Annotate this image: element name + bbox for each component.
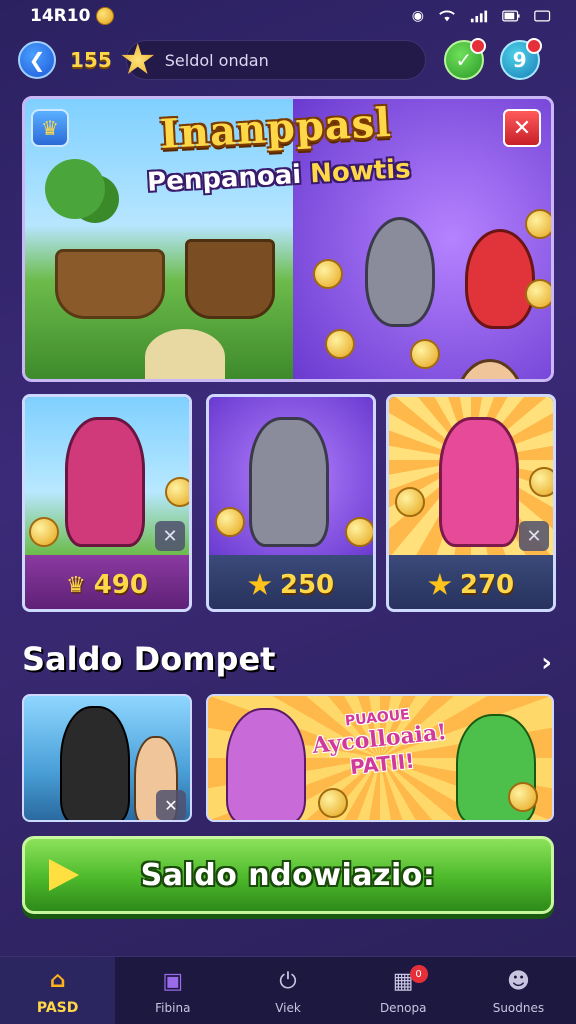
status-time: 14R10: [30, 6, 91, 26]
dismiss-button[interactable]: ✕: [156, 790, 186, 820]
price-value: 490: [93, 570, 148, 600]
coin-icon: [345, 517, 373, 547]
price-value: 270: [459, 570, 515, 600]
ship-illustration: [185, 239, 275, 319]
coin-icon: [529, 467, 553, 497]
palm-tree-illustration: [45, 159, 105, 219]
chevron-right-icon[interactable]: ›: [541, 648, 552, 678]
card-price: ♛ 490: [25, 555, 189, 609]
chevron-left-icon: ❮: [28, 48, 46, 72]
ship-illustration: [55, 249, 165, 319]
red-hero-character: [465, 229, 535, 329]
signal-icon: [470, 10, 488, 23]
nav-label: Fibina: [155, 1000, 191, 1015]
dismiss-button[interactable]: ✕: [519, 521, 549, 551]
section-title: Saldo Dompet: [22, 640, 276, 678]
price-value: 250: [279, 570, 335, 600]
battery-outline-icon: [534, 10, 551, 22]
notification-dot: [525, 38, 542, 54]
box-icon: ▣: [162, 969, 184, 994]
robot-character: [249, 417, 329, 547]
coin-icon: [525, 279, 551, 309]
coin-icon: [318, 788, 348, 818]
home-icon: ⌂: [49, 968, 66, 993]
status-left: 14R10: [30, 6, 115, 26]
search-input[interactable]: Seldol ondan: [121, 40, 426, 80]
coin-icon: [525, 209, 551, 239]
close-icon: ✕: [162, 525, 178, 547]
nav-label: Viek: [275, 1000, 301, 1015]
confirm-button[interactable]: ✓: [443, 38, 486, 80]
character-card[interactable]: 270 ✕: [386, 394, 556, 612]
path-illustration: [145, 329, 225, 379]
character-card[interactable]: ♛ 490 ✕: [22, 394, 192, 612]
pink-hero-character: [65, 417, 145, 547]
notification-badge: 0: [409, 965, 428, 983]
coin-icon: [29, 517, 59, 547]
back-button[interactable]: ❮: [18, 41, 56, 79]
alarm-icon: ◉: [411, 8, 424, 24]
coin-icon: [165, 477, 189, 507]
notification-dot: [469, 38, 486, 54]
nine-icon: 9: [512, 48, 527, 72]
nav-label: Denopa: [379, 1000, 427, 1015]
wifi-icon: [439, 10, 455, 22]
coin-icon: [325, 329, 355, 359]
nav-item-box[interactable]: ▣ Fibina: [115, 957, 230, 1024]
play-icon: [49, 859, 79, 891]
girl-character: [439, 417, 519, 547]
wallet-row: ✕ PUAOUE Aycolloaia! PATII!: [22, 694, 554, 822]
top-bar: ❮ 155 Seldol ondan ✓ 9: [18, 38, 564, 82]
nav-item-home[interactable]: ⌂ PASD: [0, 957, 116, 1024]
hero-subtitle-part-b: Nowtis: [309, 154, 412, 190]
character-card[interactable]: 250: [206, 394, 376, 612]
soldier-character: [60, 706, 130, 820]
coin-icon: [96, 7, 115, 25]
battery-icon: [502, 10, 520, 22]
card-art: [209, 397, 373, 555]
check-icon: ✓: [455, 48, 473, 72]
card-price: 270: [389, 555, 553, 609]
search-placeholder: Seldol ondan: [164, 50, 269, 70]
star-icon: [121, 43, 155, 74]
nav-label: PASD: [36, 999, 79, 1016]
wallet-tile[interactable]: ✕: [22, 694, 192, 822]
star-icon: [248, 573, 272, 595]
coin-icon: [313, 259, 343, 289]
nav-item-people[interactable]: ☻ Suodnes: [461, 957, 576, 1024]
coin-count: 155: [70, 48, 112, 72]
coin-icon: [215, 507, 245, 537]
robot-character: [365, 217, 435, 327]
primary-cta-button[interactable]: Saldo ndowiazio:: [22, 836, 554, 914]
people-icon: ☻: [506, 969, 530, 994]
status-bar: 14R10 ◉: [0, 0, 576, 32]
promo-tile[interactable]: PUAOUE Aycolloaia! PATII!: [206, 694, 554, 822]
star-icon: [428, 573, 452, 595]
crown-icon: ♛: [65, 572, 86, 598]
coin-icon: [410, 339, 440, 369]
nav-label: Suodnes: [492, 1000, 545, 1015]
hero-banner[interactable]: ♛ Inanppasl Penpanoai Nowtis ✕: [22, 96, 554, 382]
promo-text: PUAOUE Aycolloaia! PATII!: [307, 703, 453, 783]
character-cards: ♛ 490 ✕ 250 270 ✕: [22, 394, 556, 614]
close-button[interactable]: ✕: [503, 109, 541, 147]
nav-item-calendar[interactable]: ▦ 0 Denopa: [346, 957, 461, 1024]
coin-icon: [508, 782, 538, 812]
nav-item-power[interactable]: ⏻ Viek: [230, 957, 345, 1024]
close-icon: ✕: [164, 795, 178, 815]
power-icon: ⏻: [279, 969, 297, 994]
bottom-nav: ⌂ PASD ▣ Fibina ⏻ Viek ▦ 0 Denopa ☻ Suod…: [0, 956, 576, 1024]
status-right: ◉: [412, 8, 552, 24]
girl-character: [226, 708, 306, 820]
cta-label: Saldo ndowiazio:: [140, 857, 436, 893]
dismiss-button[interactable]: ✕: [155, 521, 185, 551]
card-price: 250: [209, 555, 373, 609]
close-icon: ✕: [526, 525, 542, 547]
level-button[interactable]: 9: [499, 38, 542, 80]
coin-icon: [395, 487, 425, 517]
crown-badge-icon[interactable]: ♛: [31, 109, 69, 147]
close-icon: ✕: [512, 115, 532, 141]
